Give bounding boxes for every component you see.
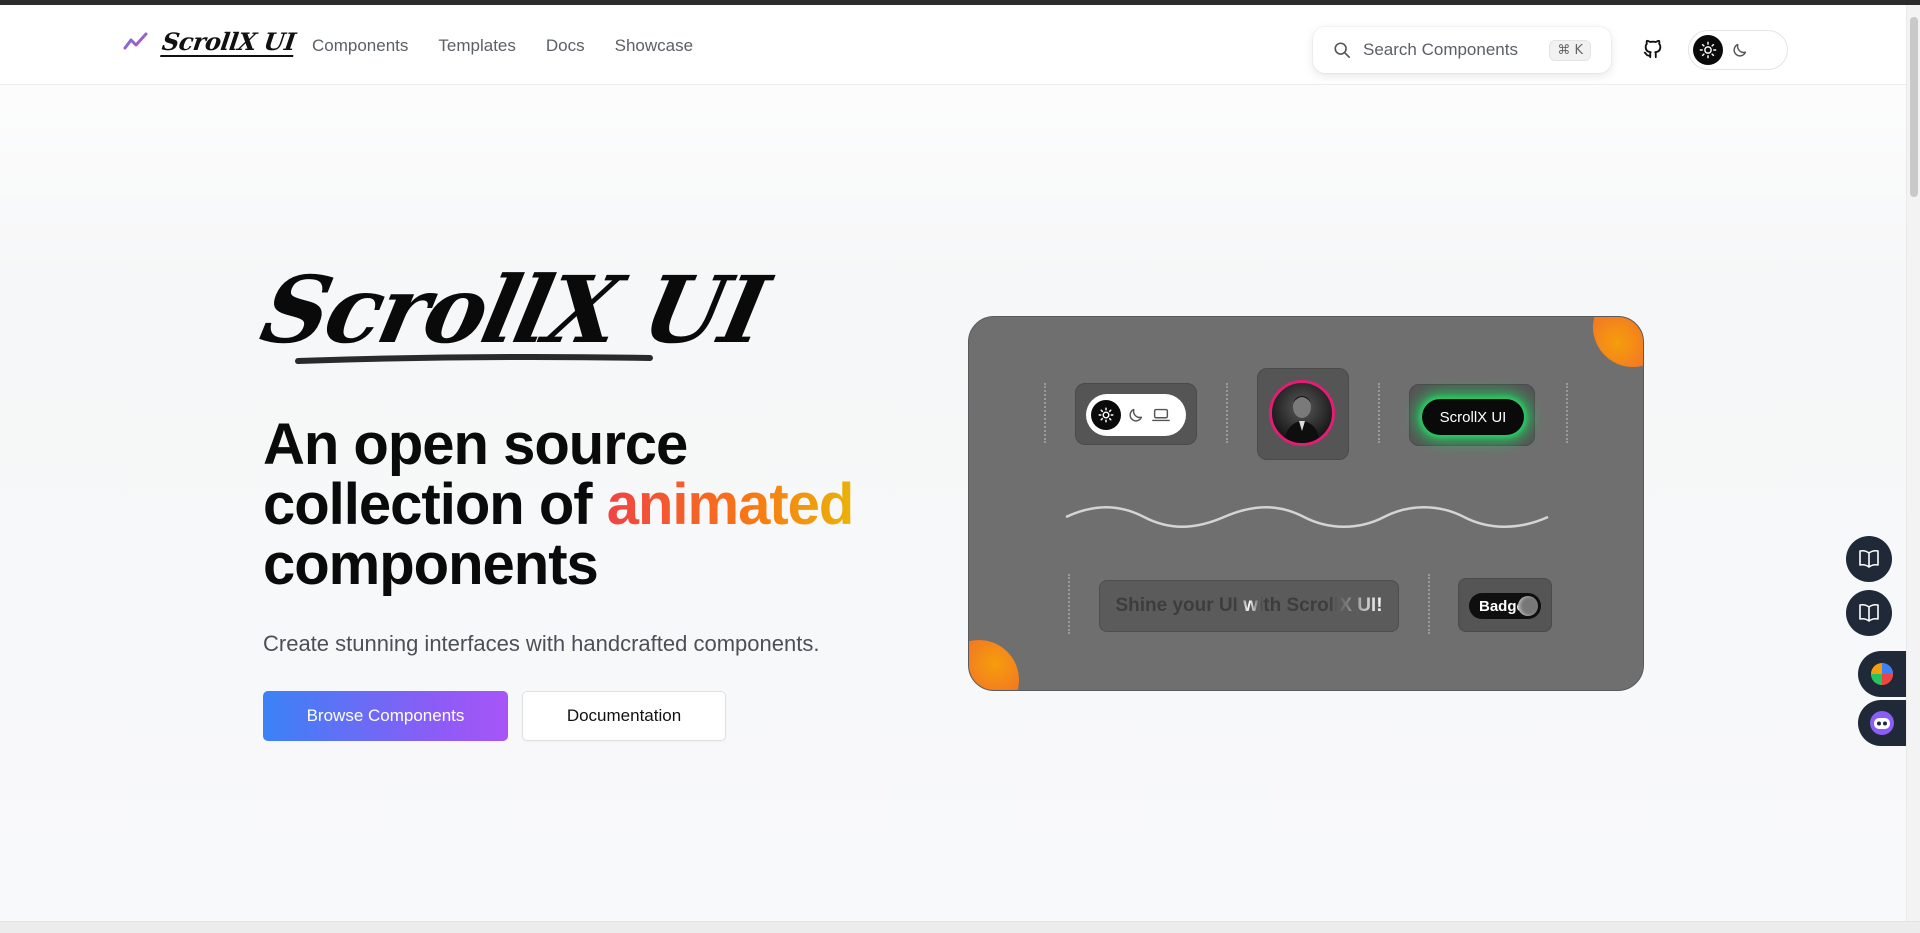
- search-icon: [1334, 42, 1351, 59]
- search-shortcut: ⌘ K: [1549, 39, 1591, 61]
- documentation-button[interactable]: Documentation: [522, 691, 726, 741]
- book-icon: [1859, 603, 1879, 622]
- nav-components[interactable]: Components: [312, 36, 408, 56]
- page-scrollbar[interactable]: [1906, 5, 1920, 921]
- corner-gradient-bottom-left: [969, 640, 1019, 690]
- robot-face-icon: [1870, 711, 1894, 735]
- demo-theme-toggle[interactable]: [1086, 394, 1186, 436]
- color-palette-icon: [1871, 663, 1893, 685]
- theme-toggle[interactable]: [1688, 30, 1788, 70]
- book-button[interactable]: [1846, 536, 1892, 582]
- site-header: ScrollX UI Components Templates Docs Sho…: [0, 5, 1906, 85]
- headline-accent: animated: [606, 472, 855, 537]
- hero-headline: An open source collection of animated co…: [263, 412, 855, 597]
- site-logo[interactable]: ScrollX UI: [122, 26, 298, 57]
- divider: [1068, 574, 1070, 634]
- divider: [1378, 383, 1380, 443]
- avatar[interactable]: [1269, 380, 1335, 446]
- glow-button-demo: ScrollX UI: [1409, 384, 1535, 446]
- divider: [1226, 383, 1228, 443]
- logo-text: ScrollX UI: [160, 26, 298, 57]
- wave-line: [1065, 506, 1549, 528]
- nav-templates[interactable]: Templates: [438, 36, 515, 56]
- search-placeholder: Search Components: [1363, 40, 1518, 59]
- chatbot-button[interactable]: [1858, 700, 1906, 746]
- scrollbar-thumb[interactable]: [1910, 17, 1918, 197]
- sun-icon[interactable]: [1091, 400, 1121, 430]
- theme-switch-demo: [1075, 383, 1197, 445]
- bottom-strip: [0, 921, 1920, 933]
- github-icon[interactable]: [1642, 38, 1664, 60]
- browse-components-button[interactable]: Browse Components: [263, 691, 508, 741]
- headline-line-2: collection of: [263, 472, 593, 537]
- hero-brand-logo: ScrollX UI: [253, 256, 774, 364]
- corner-gradient-top-right: [1593, 317, 1643, 367]
- color-palette-button[interactable]: [1858, 651, 1906, 697]
- divider: [1566, 383, 1568, 443]
- person-portrait-icon: [1284, 396, 1320, 443]
- hero-brand-text: ScrollX UI: [252, 256, 775, 364]
- badge[interactable]: Badge: [1469, 593, 1541, 619]
- divider: [1428, 574, 1430, 634]
- hero-subtitle: Create stunning interfaces with handcraf…: [263, 631, 820, 656]
- nav-showcase[interactable]: Showcase: [615, 36, 693, 56]
- moon-icon[interactable]: [1127, 406, 1145, 424]
- headline-line-3: components: [263, 532, 599, 597]
- book-button[interactable]: [1846, 590, 1892, 636]
- headline-line-1: An open source: [263, 412, 688, 477]
- badge-demo: Badge: [1458, 578, 1552, 632]
- scrollx-glow-button[interactable]: ScrollX UI: [1422, 399, 1524, 435]
- shine-text-demo: Shine your UI with ScrollX UI!: [1099, 580, 1399, 632]
- divider: [1044, 383, 1046, 443]
- brand-underline: [295, 354, 653, 364]
- book-icon: [1859, 549, 1879, 568]
- search-components-button[interactable]: Search Components ⌘ K: [1313, 27, 1611, 73]
- chart-line-icon: [123, 32, 149, 55]
- moon-icon[interactable]: [1729, 39, 1751, 61]
- laptop-icon[interactable]: [1151, 406, 1171, 424]
- badge-toggle-knob: [1518, 596, 1538, 616]
- main-nav: Components Templates Docs Showcase: [312, 36, 693, 56]
- shine-text: Shine your UI with ScrollX UI!: [1115, 595, 1383, 616]
- nav-docs[interactable]: Docs: [546, 36, 585, 56]
- sun-icon[interactable]: [1693, 35, 1723, 65]
- avatar-demo: [1257, 368, 1349, 460]
